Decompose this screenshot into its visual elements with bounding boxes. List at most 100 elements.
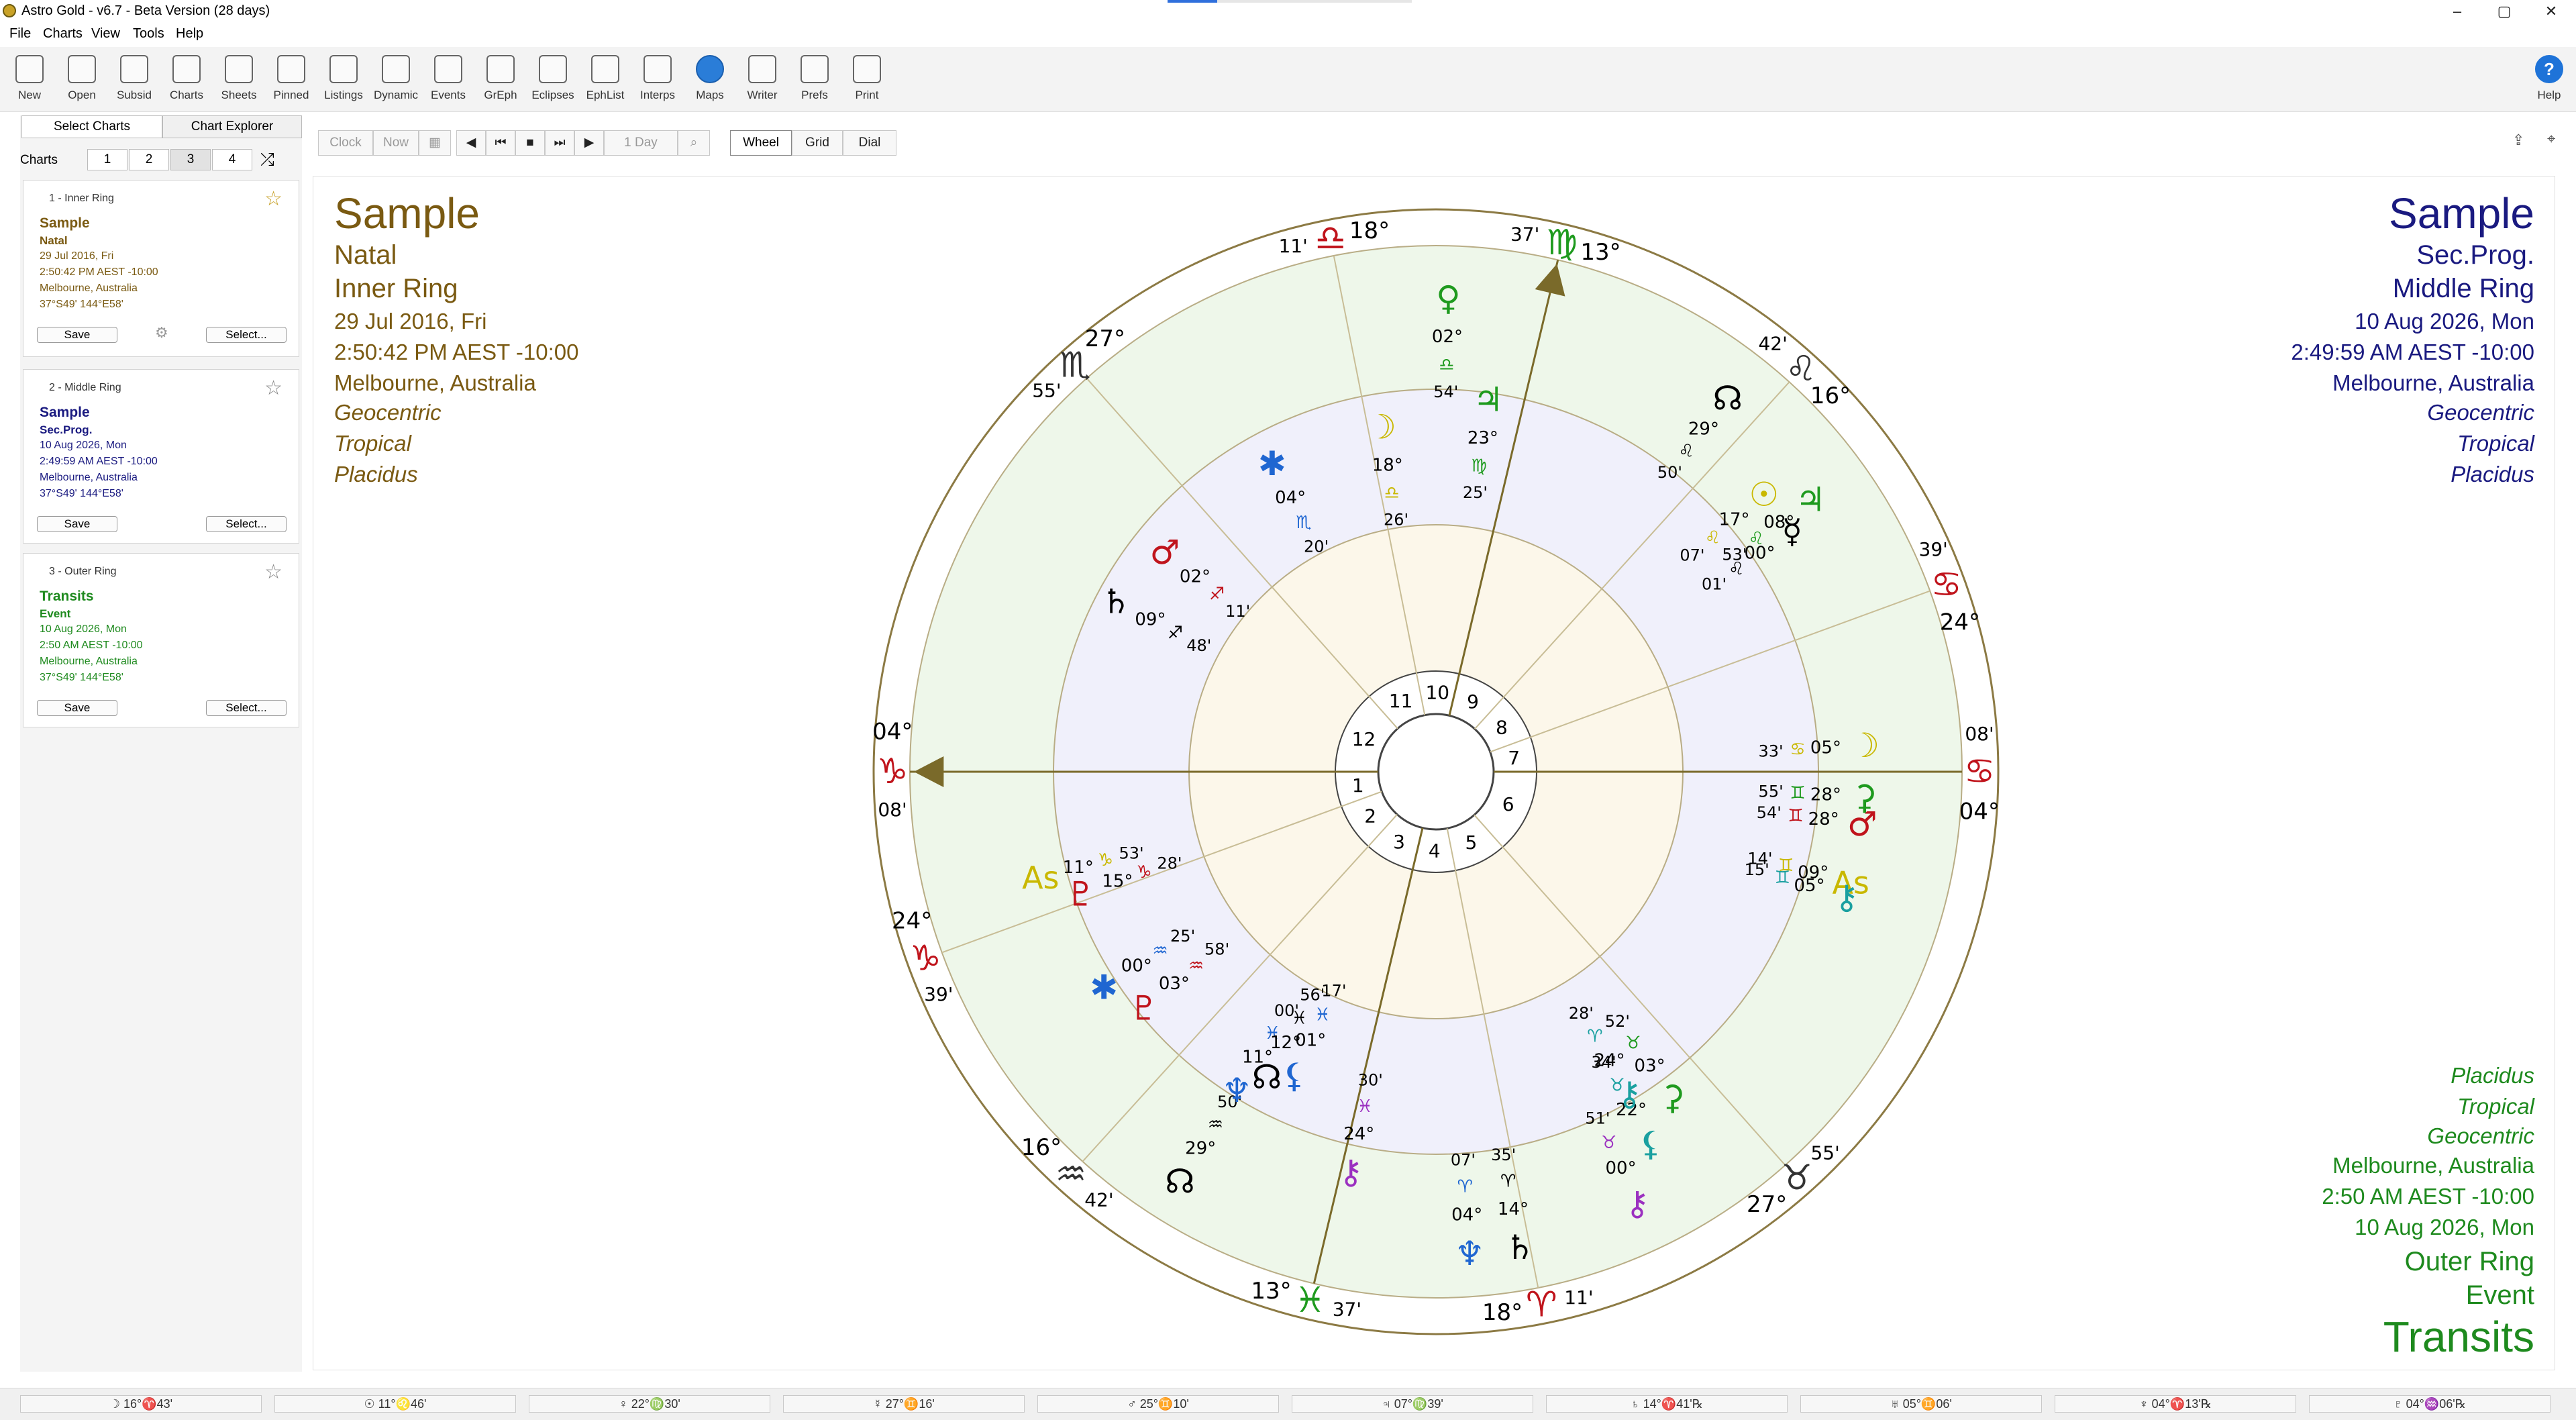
planet-degree: 03° bbox=[1159, 974, 1190, 994]
cusp-degree: 13° bbox=[1580, 239, 1620, 266]
planet-sign-icon: ♈ bbox=[1457, 1176, 1473, 1197]
charts-label: Charts bbox=[20, 153, 58, 167]
star-icon[interactable]: ☆ bbox=[264, 376, 282, 400]
listings-button[interactable]: Listings bbox=[317, 55, 370, 109]
tab-grid[interactable]: Grid bbox=[792, 130, 843, 156]
menu-file[interactable]: File bbox=[9, 26, 31, 42]
skip-back-icon[interactable]: ⏮ bbox=[486, 130, 515, 156]
select-button[interactable]: Select... bbox=[206, 516, 287, 532]
new-button[interactable]: New bbox=[3, 55, 56, 109]
close-button[interactable]: ✕ bbox=[2530, 0, 2573, 23]
planet-icon: ⚷ bbox=[1625, 1184, 1650, 1223]
save-button[interactable]: Save bbox=[37, 327, 117, 343]
skip-forward-icon[interactable]: ⏭ bbox=[545, 130, 574, 156]
tab-wheel[interactable]: Wheel bbox=[730, 130, 792, 156]
chart-slot-4[interactable]: 4 bbox=[212, 149, 252, 170]
search-icon[interactable]: ⌕ bbox=[678, 130, 710, 156]
planet-sign-icon: ♑ bbox=[1136, 862, 1151, 882]
planet-icon: ☊ bbox=[1252, 1058, 1282, 1097]
sheets-button[interactable]: Sheets bbox=[213, 55, 265, 109]
house-number: 12 bbox=[1352, 728, 1376, 750]
planet-sign-icon: ♓ bbox=[1315, 1005, 1330, 1025]
writer-button[interactable]: Writer bbox=[736, 55, 788, 109]
cusp-minute: 55' bbox=[1810, 1142, 1839, 1164]
play-icon[interactable]: ▶ bbox=[574, 130, 604, 156]
help-button[interactable]: ? Help bbox=[2523, 55, 2575, 109]
star-icon[interactable]: ☆ bbox=[264, 187, 282, 211]
pinned-button[interactable]: Pinned bbox=[265, 55, 317, 109]
select-button[interactable]: Select... bbox=[206, 700, 287, 716]
planet-sign-icon: ♈ bbox=[1500, 1172, 1516, 1192]
cusp-degree: 27° bbox=[1085, 325, 1125, 352]
ephlist-button[interactable]: EphList bbox=[579, 55, 631, 109]
globe-icon bbox=[696, 55, 724, 83]
planet-degree: 03° bbox=[1635, 1056, 1665, 1076]
clock-button[interactable]: Clock bbox=[318, 130, 373, 156]
planet-degree: 02° bbox=[1432, 327, 1463, 347]
maximize-button[interactable]: ▢ bbox=[2483, 0, 2526, 23]
menu-view[interactable]: View bbox=[91, 26, 120, 42]
charts-button[interactable]: Charts bbox=[160, 55, 213, 109]
middle-chart-zodiac: Tropical bbox=[2457, 431, 2534, 456]
eclipses-button[interactable]: Eclipses bbox=[527, 55, 579, 109]
shuffle-icon[interactable]: ⤮ bbox=[260, 149, 274, 170]
stop-icon[interactable]: ■ bbox=[515, 130, 545, 156]
planet-minute: 50' bbox=[1657, 463, 1682, 482]
tab-select-charts[interactable]: Select Charts bbox=[21, 115, 162, 138]
print-button[interactable]: Print bbox=[841, 55, 893, 109]
menu-charts[interactable]: Charts bbox=[43, 26, 83, 42]
now-button[interactable]: Now bbox=[373, 130, 419, 156]
planet-icon: ♃ bbox=[1474, 380, 1504, 419]
cusp-minute: 08' bbox=[1965, 723, 1994, 745]
house-number: 10 bbox=[1425, 682, 1449, 704]
open-button[interactable]: Open bbox=[56, 55, 108, 109]
chart-slot-2[interactable]: 2 bbox=[129, 149, 169, 170]
eclipses-label: Eclipses bbox=[531, 89, 574, 101]
dynamic-button[interactable]: Dynamic bbox=[370, 55, 422, 109]
menu-tools[interactable]: Tools bbox=[133, 26, 164, 42]
interps-button[interactable]: Interps bbox=[631, 55, 684, 109]
calendar-icon[interactable]: ▦ bbox=[419, 130, 451, 156]
outer-chart-zodiac: Tropical bbox=[2457, 1094, 2534, 1119]
tab-chart-explorer[interactable]: Chart Explorer bbox=[162, 115, 302, 138]
step-size-select[interactable]: 1 Day bbox=[604, 130, 678, 156]
card-coords: 37°S49' 144°E58' bbox=[40, 672, 123, 683]
planet-sign-icon: ♌ bbox=[1705, 527, 1720, 548]
greph-button[interactable]: GrEph bbox=[474, 55, 527, 109]
cusp-degree: 16° bbox=[1810, 383, 1851, 409]
tab-dial[interactable]: Dial bbox=[843, 130, 896, 156]
card-place: Melbourne, Australia bbox=[40, 283, 138, 294]
share-icon[interactable]: ⇪ bbox=[2512, 132, 2524, 149]
cusp-degree: 04° bbox=[1959, 798, 2000, 825]
save-button[interactable]: Save bbox=[37, 516, 117, 532]
select-button[interactable]: Select... bbox=[206, 327, 287, 343]
chart-wheel[interactable]: ♑04°08'♑24°39'♒16°42'♓13°37' ♈18°11'♉27°5… bbox=[845, 181, 2026, 1362]
chart-card-outer[interactable]: 3 - Outer Ring ☆ Transits Event 10 Aug 2… bbox=[23, 553, 299, 727]
settings-icon[interactable]: ⚙ bbox=[155, 324, 168, 342]
chart-slot-3[interactable]: 3 bbox=[170, 149, 211, 170]
chart-card-middle[interactable]: 2 - Middle Ring ☆ Sample Sec.Prog. 10 Au… bbox=[23, 369, 299, 544]
pin-icon[interactable]: ⌖ bbox=[2547, 130, 2555, 148]
house-number: 3 bbox=[1393, 831, 1405, 853]
minimize-button[interactable]: – bbox=[2436, 0, 2479, 23]
planet-sign-icon: ♑ bbox=[1098, 850, 1113, 870]
chart-slot-1[interactable]: 1 bbox=[87, 149, 127, 170]
card-header: 2 - Middle Ring bbox=[49, 382, 121, 393]
events-button[interactable]: Events bbox=[422, 55, 474, 109]
planet-minute: 51' bbox=[1585, 1109, 1610, 1128]
chart-card-inner[interactable]: 1 - Inner Ring ☆ Sample Natal 29 Jul 201… bbox=[23, 180, 299, 357]
save-button[interactable]: Save bbox=[37, 700, 117, 716]
planet-minute: 11' bbox=[1225, 602, 1250, 621]
planet-minute: 30' bbox=[1358, 1071, 1383, 1090]
card-type: Event bbox=[40, 607, 71, 620]
planet-degree: 04° bbox=[1275, 488, 1306, 508]
status-cell: ♂ 25°♊10' bbox=[1037, 1395, 1279, 1413]
ephlist-label: EphList bbox=[586, 89, 625, 101]
step-back-icon[interactable]: ◀ bbox=[456, 130, 486, 156]
planet-minute: 54' bbox=[1757, 803, 1782, 822]
star-icon[interactable]: ☆ bbox=[264, 560, 282, 584]
prefs-button[interactable]: Prefs bbox=[788, 55, 841, 109]
subsid-button[interactable]: Subsid bbox=[108, 55, 160, 109]
maps-button[interactable]: Maps bbox=[684, 55, 736, 109]
menu-help[interactable]: Help bbox=[176, 26, 203, 42]
